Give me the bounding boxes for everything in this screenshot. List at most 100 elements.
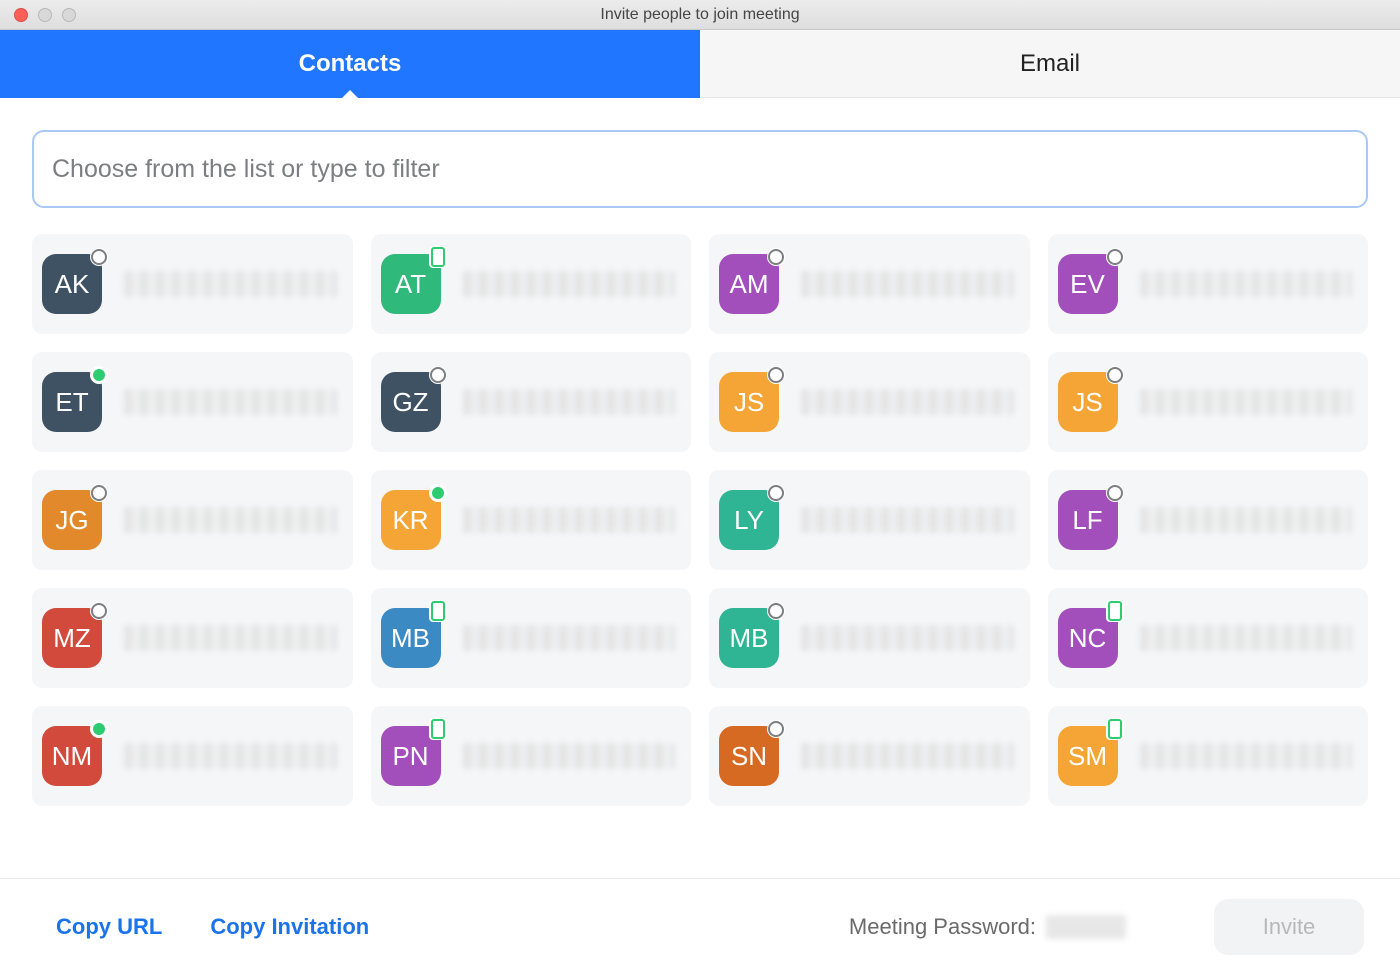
avatar-wrap: ET	[42, 372, 102, 432]
avatar-wrap: MZ	[42, 608, 102, 668]
tab-contacts-label: Contacts	[299, 50, 402, 78]
contact-card[interactable]: MB	[371, 588, 692, 688]
contact-name	[1140, 507, 1353, 533]
avatar-wrap: LY	[719, 490, 779, 550]
contact-name	[463, 389, 676, 415]
avatar-wrap: KR	[381, 490, 441, 550]
contact-name	[463, 625, 676, 651]
avatar-wrap: LF	[1058, 490, 1118, 550]
presence-offline-icon	[767, 484, 785, 502]
meeting-password-value	[1046, 915, 1126, 939]
copy-invitation-button[interactable]: Copy Invitation	[210, 914, 369, 940]
avatar-wrap: EV	[1058, 254, 1118, 314]
presence-mobile-icon	[1106, 600, 1124, 622]
tab-email-label: Email	[1020, 50, 1080, 78]
footer: Copy URL Copy Invitation Meeting Passwor…	[0, 878, 1400, 974]
contact-name	[801, 271, 1014, 297]
presence-offline-icon	[767, 366, 785, 384]
contact-card[interactable]: PN	[371, 706, 692, 806]
contact-card[interactable]: NC	[1048, 588, 1369, 688]
minimize-window-button[interactable]	[38, 8, 52, 22]
titlebar: Invite people to join meeting	[0, 0, 1400, 30]
contact-name	[801, 625, 1014, 651]
presence-offline-icon	[90, 248, 108, 266]
contact-card[interactable]: ET	[32, 352, 353, 452]
contact-card[interactable]: NM	[32, 706, 353, 806]
contact-card[interactable]: JG	[32, 470, 353, 570]
contact-name	[124, 507, 337, 533]
avatar-wrap: NM	[42, 726, 102, 786]
avatar-wrap: MB	[719, 608, 779, 668]
presence-mobile-icon	[429, 718, 447, 740]
contact-card[interactable]: EV	[1048, 234, 1369, 334]
contact-name	[463, 743, 676, 769]
contact-card[interactable]: MZ	[32, 588, 353, 688]
avatar-wrap: SM	[1058, 726, 1118, 786]
presence-mobile-icon	[1106, 718, 1124, 740]
contact-name	[1140, 625, 1353, 651]
presence-offline-icon	[429, 366, 447, 384]
presence-mobile-icon	[429, 600, 447, 622]
invite-button[interactable]: Invite	[1214, 899, 1364, 955]
contact-card[interactable]: LY	[709, 470, 1030, 570]
contact-name	[801, 507, 1014, 533]
contact-card[interactable]: AM	[709, 234, 1030, 334]
avatar-wrap: GZ	[381, 372, 441, 432]
content-area: AK AT AM EV ET GZ JS JS JG KR LY LF MZ MB MB NC NM PN SN SM	[0, 98, 1400, 878]
contact-filter-input[interactable]	[32, 130, 1368, 208]
presence-offline-icon	[90, 484, 108, 502]
contact-name	[124, 271, 337, 297]
window-title: Invite people to join meeting	[0, 6, 1400, 24]
presence-offline-icon	[1106, 248, 1124, 266]
contact-name	[801, 743, 1014, 769]
avatar-wrap: AT	[381, 254, 441, 314]
contacts-grid: AK AT AM EV ET GZ JS JS JG KR LY LF MZ MB MB NC NM PN SN SM	[32, 234, 1368, 806]
avatar-wrap: JS	[719, 372, 779, 432]
presence-online-icon	[90, 720, 108, 738]
avatar-wrap: MB	[381, 608, 441, 668]
tab-contacts[interactable]: Contacts	[0, 30, 700, 98]
avatar-wrap: NC	[1058, 608, 1118, 668]
avatar-wrap: JS	[1058, 372, 1118, 432]
contact-card[interactable]: KR	[371, 470, 692, 570]
contact-card[interactable]: MB	[709, 588, 1030, 688]
avatar-wrap: PN	[381, 726, 441, 786]
presence-offline-icon	[1106, 366, 1124, 384]
presence-offline-icon	[767, 248, 785, 266]
contact-name	[463, 271, 676, 297]
contact-card[interactable]: SN	[709, 706, 1030, 806]
contact-name	[801, 389, 1014, 415]
contact-name	[463, 507, 676, 533]
contact-card[interactable]: JS	[709, 352, 1030, 452]
avatar-wrap: SN	[719, 726, 779, 786]
contact-card[interactable]: AK	[32, 234, 353, 334]
contact-name	[1140, 271, 1353, 297]
presence-offline-icon	[767, 602, 785, 620]
presence-online-icon	[90, 366, 108, 384]
presence-offline-icon	[90, 602, 108, 620]
contact-card[interactable]: GZ	[371, 352, 692, 452]
contact-name	[1140, 743, 1353, 769]
close-window-button[interactable]	[14, 8, 28, 22]
contact-name	[124, 743, 337, 769]
contact-card[interactable]: AT	[371, 234, 692, 334]
tab-bar: Contacts Email	[0, 30, 1400, 98]
contact-card[interactable]: JS	[1048, 352, 1369, 452]
contact-card[interactable]: LF	[1048, 470, 1369, 570]
presence-offline-icon	[1106, 484, 1124, 502]
meeting-password: Meeting Password:	[849, 914, 1126, 940]
contact-name	[124, 389, 337, 415]
avatar-wrap: AK	[42, 254, 102, 314]
contact-card[interactable]: SM	[1048, 706, 1369, 806]
copy-url-button[interactable]: Copy URL	[56, 914, 162, 940]
maximize-window-button[interactable]	[62, 8, 76, 22]
tab-email[interactable]: Email	[700, 30, 1400, 98]
meeting-password-label: Meeting Password:	[849, 914, 1036, 940]
contact-name	[124, 625, 337, 651]
window-controls	[0, 8, 76, 22]
presence-mobile-icon	[429, 246, 447, 268]
presence-offline-icon	[767, 720, 785, 738]
avatar-wrap: AM	[719, 254, 779, 314]
avatar-wrap: JG	[42, 490, 102, 550]
contact-name	[1140, 389, 1353, 415]
